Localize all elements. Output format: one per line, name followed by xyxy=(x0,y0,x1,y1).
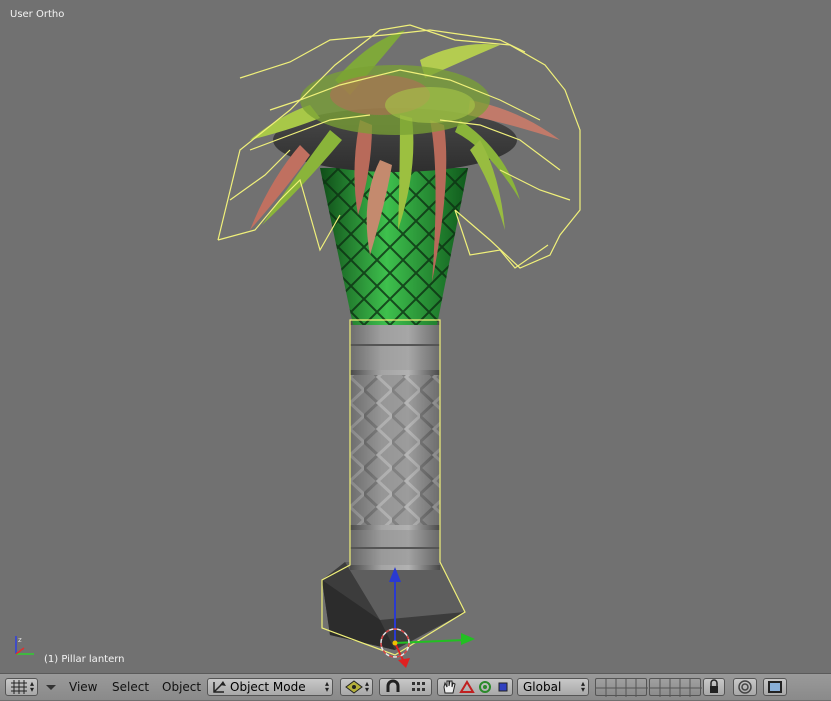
3d-viewport[interactable]: User Ortho z (1) Pillar lantern xyxy=(0,0,831,673)
layers-block-1[interactable] xyxy=(595,678,648,697)
active-object-label: (1) Pillar lantern xyxy=(44,654,125,665)
snap-magnet-icon[interactable] xyxy=(382,679,404,695)
manipulator-translate-icon[interactable] xyxy=(458,679,476,695)
editor-type-button[interactable]: ▴ ▾ xyxy=(5,678,38,696)
snap-grid-icon[interactable] xyxy=(408,679,430,695)
pivot-point-button[interactable]: ▴ ▾ xyxy=(340,678,373,696)
layers-block-2[interactable] xyxy=(649,678,702,697)
layer-lock-icon xyxy=(710,679,718,693)
layer-grid-2 xyxy=(650,679,702,697)
layer-grid-1 xyxy=(596,679,648,697)
snap-group xyxy=(379,678,432,696)
render-icon xyxy=(768,681,782,693)
proportional-edit-icon xyxy=(738,680,752,694)
orientation-arrows: ▴ ▾ xyxy=(580,679,585,694)
object-menu[interactable]: Object xyxy=(162,680,201,694)
layer-lock-button[interactable] xyxy=(703,678,725,696)
viewport-header: ▴ ▾ View Select Object Object Mode ▴ ▾ ▴ ▾ xyxy=(0,673,831,700)
manipulator-rotate-icon[interactable] xyxy=(476,679,494,695)
view-menu[interactable]: View xyxy=(69,680,97,694)
manipulator-hand-icon[interactable] xyxy=(440,679,458,695)
axis-orientation-icon: z xyxy=(15,636,34,655)
orientation-label: Global xyxy=(523,680,562,694)
manipulator-group xyxy=(437,678,513,696)
render-button[interactable] xyxy=(763,678,787,696)
pivot-arrows: ▴ ▾ xyxy=(364,679,369,694)
mode-label: Object Mode xyxy=(230,680,306,694)
editor-type-grid-icon xyxy=(11,680,27,694)
view-label: User Ortho xyxy=(10,9,65,20)
select-menu[interactable]: Select xyxy=(112,680,149,694)
collapse-arrow-icon[interactable] xyxy=(44,678,58,696)
pillar-shaft xyxy=(350,320,440,570)
mode-selector[interactable]: Object Mode ▴ ▾ xyxy=(207,678,333,696)
svg-text:z: z xyxy=(18,636,22,644)
orientation-selector[interactable]: Global ▴ ▾ xyxy=(517,678,589,696)
object-mode-icon xyxy=(213,681,226,693)
manipulator-scale-icon[interactable] xyxy=(494,679,512,695)
editor-type-arrows: ▴ ▾ xyxy=(29,679,34,694)
proportional-edit-button[interactable] xyxy=(733,678,757,696)
pivot-icon xyxy=(345,680,363,694)
pillar-lantern-scene[interactable] xyxy=(0,0,831,673)
mode-arrows: ▴ ▾ xyxy=(324,679,329,694)
